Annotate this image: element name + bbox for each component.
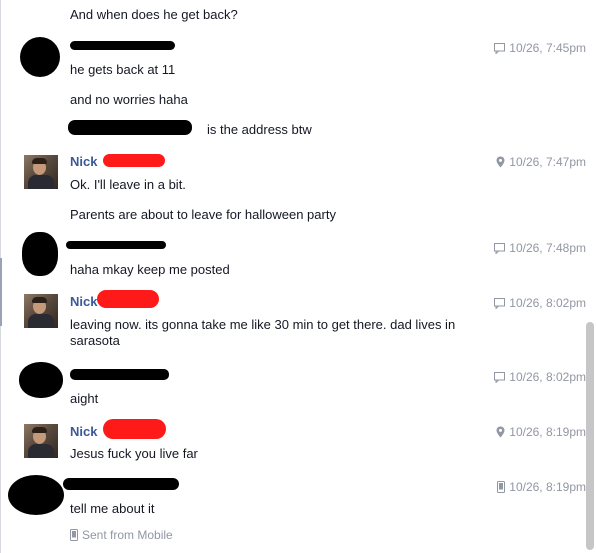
mobile-phone-icon xyxy=(70,529,78,541)
timestamp: 10/26, 8:19pm xyxy=(496,425,586,439)
timestamp: 10/26, 8:19pm xyxy=(497,480,586,494)
avatar-redacted[interactable] xyxy=(19,362,63,398)
avatar-nick[interactable] xyxy=(24,155,58,189)
redacted-surname xyxy=(103,154,165,167)
redacted-sender-name xyxy=(70,41,175,50)
location-pin-icon xyxy=(496,426,505,438)
chat-icon xyxy=(494,43,506,55)
sent-from-mobile: Sent from Mobile xyxy=(70,528,173,542)
redacted-sender-name xyxy=(66,241,166,249)
avatar-nick[interactable] xyxy=(24,294,58,328)
message-text: leaving now. its gonna take me like 30 m… xyxy=(70,317,456,348)
chat-icon xyxy=(494,243,506,255)
sender-name[interactable]: Nick xyxy=(70,424,97,440)
redacted-address xyxy=(68,120,192,135)
redacted-surname xyxy=(97,290,159,308)
sender-name[interactable]: Nick xyxy=(70,154,97,170)
message-text: And when does he get back? xyxy=(70,7,238,22)
timestamp: 10/26, 7:45pm xyxy=(494,41,586,55)
message-text: Ok. I'll leave in a bit. xyxy=(70,177,186,192)
message-text: tell me about it xyxy=(70,501,155,516)
message-text: he gets back at 11 xyxy=(70,62,176,77)
timestamp: 10/26, 7:47pm xyxy=(496,155,586,169)
avatar-redacted[interactable] xyxy=(22,232,58,276)
sender-name[interactable]: Nick xyxy=(70,294,97,310)
redacted-sender-name xyxy=(70,369,169,380)
location-pin-icon xyxy=(496,156,505,168)
avatar-redacted[interactable] xyxy=(20,37,60,77)
timestamp: 10/26, 8:02pm xyxy=(494,370,586,384)
mobile-phone-icon xyxy=(497,481,506,493)
timestamp: 10/26, 7:48pm xyxy=(494,241,586,255)
chat-icon xyxy=(494,372,506,384)
redacted-surname xyxy=(103,419,166,439)
redacted-sender-name xyxy=(63,478,179,490)
message-text: is the address btw xyxy=(207,122,312,137)
conversation-left-border-highlight xyxy=(0,258,2,326)
chat-icon xyxy=(494,298,506,310)
message-text: haha mkay keep me posted xyxy=(70,262,230,277)
scrollbar-thumb[interactable] xyxy=(586,322,594,550)
avatar-redacted[interactable] xyxy=(8,475,64,515)
message-text: aight xyxy=(70,391,99,406)
message-text: Jesus fuck you live far xyxy=(70,446,198,461)
message-text: and no worries haha xyxy=(70,92,188,107)
avatar-nick[interactable] xyxy=(24,424,58,458)
timestamp: 10/26, 8:02pm xyxy=(494,296,586,310)
message-text: Parents are about to leave for halloween… xyxy=(70,207,336,222)
